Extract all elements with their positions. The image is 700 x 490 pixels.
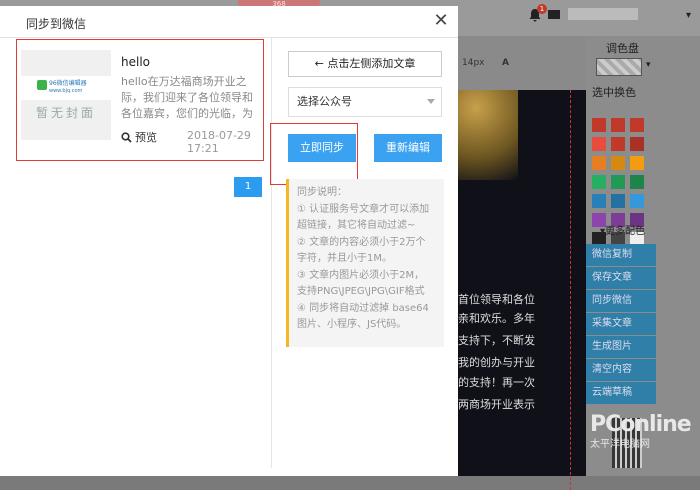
editor-toolbar: 14px A [458,36,586,90]
dialog-title: 同步到微信 [26,17,87,31]
content-line: 支持下，不断发 [458,334,535,347]
content-line: 我的创办与开业 [458,356,535,369]
chevron-down-icon [427,99,435,104]
reedit-button[interactable]: 重新编辑 [374,134,442,162]
side-actions: 微信复制 保存文章 同步微信 采集文章 生成图片 清空内容 云端草稿 [586,244,656,405]
dialog-header: 同步到微信 ✕ [0,6,458,38]
notes-line: 图片、小程序、JS代码。 [297,319,407,330]
color-swatch[interactable] [630,137,644,151]
color-swatch[interactable] [630,194,644,208]
side-button[interactable]: 清空内容 [586,359,656,381]
side-button[interactable]: 微信复制 [586,244,656,266]
article-thumbnail: 96微信编辑器 www.bjq.com 暂无封面 [21,50,111,140]
color-swatch[interactable] [611,156,625,170]
content-line: 亲和欢乐。多年 [458,312,535,325]
color-swatch[interactable] [611,194,625,208]
color-swatch[interactable] [611,175,625,189]
side-button[interactable]: 云端草稿 [586,382,656,404]
editor-logo-icon [37,80,47,90]
editor-canvas: 14px A 首位领导和各位 亲和欢乐。多年 支持下，不断发 我的创办与开业 的… [458,36,586,490]
side-button[interactable]: 同步微信 [586,290,656,312]
account-select-placeholder: 选择公众号 [297,95,352,108]
notes-line: ③ 文章内图片必须小于2M， [297,269,425,281]
more-colors-link[interactable]: ▾更多配色 [600,222,645,237]
watermark: PConline 太平洋电脑网 [590,412,700,476]
account-select[interactable]: 选择公众号 [288,87,442,117]
canvas-boundary [570,90,571,490]
user-name-blurred[interactable] [568,8,638,20]
thumb-logo-url: www.bjq.com [49,88,83,94]
color-swatch[interactable] [592,156,606,170]
sync-options-pane: ← 点击左侧添加文章 选择公众号 立即同步 重新编辑 同步说明： ① 认证服务号… [270,38,458,468]
color-swatch[interactable] [611,137,625,151]
user-menu-arrow-icon[interactable]: ▾ [686,10,691,21]
notes-line: 超链接，其它将自动过滤~ [297,220,416,231]
page-button[interactable]: 1 [234,177,262,197]
color-swatch[interactable] [630,156,644,170]
notes-line: ① 认证服务号文章才可以添加 [297,203,430,215]
font-style-button[interactable]: A [502,58,509,68]
side-button[interactable]: 保存文章 [586,267,656,289]
preview-link[interactable]: 预览 [121,129,157,145]
notes-line: 字符，并且小于1M。 [297,253,392,264]
watermark-sub: 太平洋电脑网 [590,439,650,450]
content-line: 首位领导和各位 [458,293,535,306]
no-cover-text: 暂无封面 [35,106,96,120]
notes-line: 支持PNG\JPEG\JPG\GIF格式 [297,286,425,297]
content-line: 的支持！再一次 [458,376,535,389]
sync-notes: 同步说明： ① 认证服务号文章才可以添加 超链接，其它将自动过滤~ ② 文章的内… [286,179,444,347]
article-title: hello [121,55,150,69]
color-swatch[interactable] [611,118,625,132]
font-size-value[interactable]: 14px [462,58,485,68]
palette-title: 调色盘 [606,42,639,55]
color-swatch[interactable] [592,175,606,189]
sync-now-button[interactable]: 立即同步 [288,134,356,162]
color-swatch[interactable] [630,175,644,189]
side-button[interactable]: 采集文章 [586,313,656,335]
close-icon[interactable]: ✕ [432,12,450,30]
watermark-main: PConline [590,412,692,437]
color-swatch[interactable] [592,137,606,151]
palette-panel: 调色盘 ▾ 选中换色 ▾更多配色 微信复制 保存文章 同步微信 采集文章 生成图… [586,36,700,476]
notes-line: ② 文章的内容必须小于2万个 [297,236,426,248]
color-swatch[interactable] [630,118,644,132]
chevron-down-icon[interactable]: ▾ [646,60,651,70]
notes-line: 同步说明： [297,187,347,198]
article-list-pane: 96微信编辑器 www.bjq.com 暂无封面 hello hello在万达福… [0,38,272,468]
color-swatch[interactable] [592,194,606,208]
article-description: hello在万达福商场开业之际，我们迎来了各位领导和各位嘉宾，您们的光临，为庆典… [121,75,253,120]
content-line: 两商场开业表示 [458,398,535,411]
mail-icon[interactable] [548,10,560,19]
notes-line: ④ 同步将自动过滤掉 base64 [297,302,429,314]
notification-count: 1 [537,4,547,14]
article-card[interactable]: 96微信编辑器 www.bjq.com 暂无封面 hello hello在万达福… [16,39,264,161]
palette-selector[interactable] [596,58,642,76]
preview-label: 预览 [135,131,157,144]
search-icon [121,131,132,143]
select-color-label: 选中换色 [592,86,636,99]
article-date: 2018-07-29 17:21 [187,129,251,155]
side-button[interactable]: 生成图片 [586,336,656,358]
color-swatch[interactable] [592,118,606,132]
add-article-button[interactable]: ← 点击左侧添加文章 [288,51,442,77]
gold-decoration [458,90,518,180]
thumb-logo-text: 96微信编辑器 [49,80,87,87]
sync-to-wechat-dialog: 同步到微信 ✕ 96微信编辑器 www.bjq.com 暂无封面 hello h… [0,6,458,476]
